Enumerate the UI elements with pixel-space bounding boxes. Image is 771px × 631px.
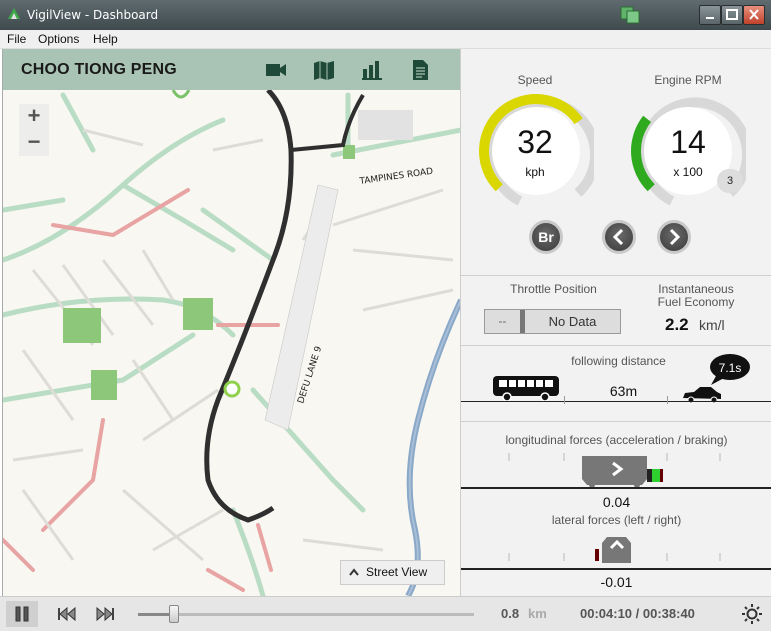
gear-indicator: 3 (717, 169, 743, 193)
menu-bar: File Options Help (0, 30, 771, 49)
following-distance-value: 63m (609, 383, 638, 399)
menu-options[interactable]: Options (38, 32, 79, 46)
maximize-button[interactable] (721, 5, 743, 25)
skip-forward-button[interactable] (90, 601, 122, 627)
throttle-label: Throttle Position (510, 282, 597, 296)
driver-name: CHOO TIONG PENG (21, 61, 177, 78)
lateral-force-bar (595, 549, 599, 561)
street-view-button[interactable]: Street View (340, 560, 445, 585)
throttle-indicator: -- No Data (484, 309, 621, 334)
truck-shape (582, 456, 647, 485)
left-signal-button[interactable] (602, 220, 636, 254)
speed-unit: kph (525, 165, 545, 179)
minimize-button[interactable] (699, 5, 721, 25)
bar-chart-icon[interactable] (360, 59, 384, 81)
menu-help[interactable]: Help (93, 32, 118, 46)
longitudinal-value: 0.04 (602, 494, 631, 510)
playback-toolbar: 0.8 km 00:04:10 / 00:38:40 (0, 596, 771, 631)
playback-time: 00:04:10 / 00:38:40 (580, 606, 695, 621)
longitudinal-bar-end (660, 469, 663, 482)
longitudinal-label: longitudinal forces (acceleration / brak… (505, 433, 728, 447)
map-panel: CHOO TIONG PENG TAMPINES ROAD DEFU LANE … (2, 49, 460, 596)
divider (461, 275, 771, 276)
left-arrow-icon (612, 228, 624, 246)
minimize-icon (706, 17, 714, 19)
axis-tick (667, 396, 668, 404)
street-view-label: Street View (366, 565, 428, 579)
fuel-label-line2: Fuel Economy (657, 295, 735, 309)
longitudinal-force-bar (652, 469, 660, 482)
lateral-chart (461, 537, 771, 570)
rpm-value: 14 (670, 124, 706, 160)
menu-file[interactable]: File (7, 32, 26, 46)
right-arrow-icon (669, 228, 681, 246)
brake-button[interactable]: Br (529, 220, 563, 254)
bus-icon (493, 376, 559, 402)
speed-value: 32 (517, 124, 553, 160)
close-icon (749, 9, 759, 20)
lateral-value: -0.01 (600, 574, 633, 590)
lateral-label: lateral forces (left / right) (551, 513, 682, 527)
following-axis (461, 401, 771, 402)
app-logo-icon (8, 8, 20, 19)
following-distance-label: following distance (571, 354, 666, 368)
map-header: CHOO TIONG PENG (3, 49, 460, 90)
speed-label: Speed (517, 73, 553, 87)
following-time-value: 7.1s (718, 361, 742, 375)
throttle-value: No Data (548, 314, 597, 329)
fuel-value: 2.2 (665, 315, 689, 334)
maximize-icon (726, 9, 738, 20)
task-switch-icon[interactable] (619, 5, 641, 25)
map-canvas[interactable]: TAMPINES ROAD DEFU LANE 9 (3, 90, 460, 596)
map-icon[interactable] (312, 59, 336, 81)
throttle-left-text: -- (498, 314, 507, 328)
document-icon[interactable] (408, 59, 432, 81)
trip-distance-value: 0.8 (501, 606, 520, 621)
title-bar: VigilView - Dashboard (0, 0, 771, 30)
axis-tick (564, 396, 565, 404)
rpm-label: Engine RPM (654, 73, 722, 87)
right-signal-button[interactable] (657, 220, 691, 254)
divider (461, 421, 771, 422)
trip-distance-unit: km (528, 606, 547, 621)
fuel-unit: km/l (699, 317, 725, 333)
skip-back-button[interactable] (50, 601, 82, 627)
fuel-label-line1: Instantaneous (658, 282, 734, 296)
pause-button[interactable] (6, 601, 38, 627)
playback-slider-thumb[interactable] (169, 605, 180, 623)
longitudinal-chart (461, 453, 771, 489)
close-button[interactable] (743, 5, 765, 25)
dashboard-panel: Speed 32 kph Engine RPM 14 x 100 3 Br Th… (460, 49, 771, 596)
divider (461, 345, 771, 346)
window-title: VigilView - Dashboard (27, 8, 159, 22)
longitudinal-bar-base (647, 469, 652, 482)
zoom-out-button[interactable]: − (19, 130, 49, 156)
brightness-icon[interactable] (741, 603, 763, 625)
video-camera-icon[interactable] (264, 59, 288, 81)
zoom-in-button[interactable]: + (19, 104, 49, 130)
chevron-up-icon (349, 568, 359, 576)
playback-slider-track[interactable] (138, 613, 474, 616)
